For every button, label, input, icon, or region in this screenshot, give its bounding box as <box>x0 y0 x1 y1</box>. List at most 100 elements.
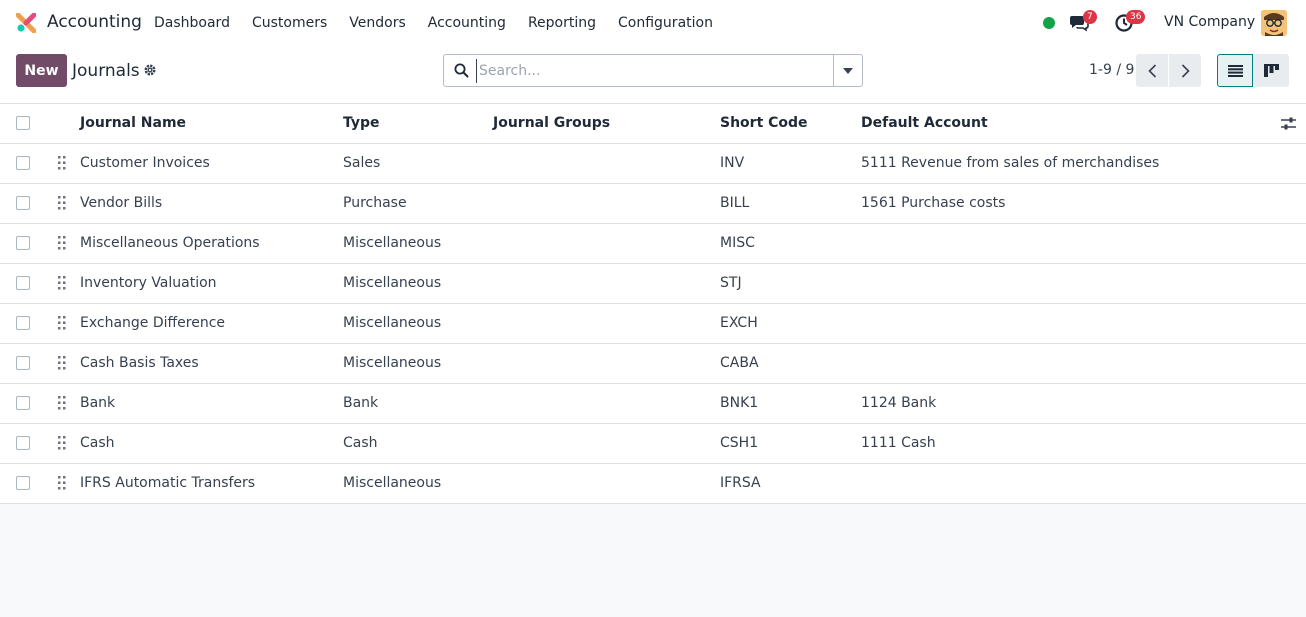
menu-accounting[interactable]: Accounting <box>417 15 517 31</box>
menu-customers[interactable]: Customers <box>241 15 338 31</box>
cell-default-account: 5111 Revenue from sales of merchandises <box>861 155 1160 171</box>
cell-journal-name: Bank <box>80 395 116 411</box>
cell-journal-name: Exchange Difference <box>80 315 226 331</box>
search-icon <box>454 63 469 78</box>
menu-configuration[interactable]: Configuration <box>607 15 724 31</box>
kanban-view-button[interactable] <box>1253 54 1289 87</box>
drag-handle-icon[interactable] <box>58 316 66 330</box>
top-navbar: Accounting Dashboard Customers Vendors A… <box>0 0 1306 46</box>
table-row[interactable]: Inventory Valuation Miscellaneous STJ <box>0 264 1306 304</box>
menu-vendors[interactable]: Vendors <box>338 15 416 31</box>
pager-value[interactable]: 1-9 / 9 <box>1089 62 1134 78</box>
table-row[interactable]: IFRS Automatic Transfers Miscellaneous I… <box>0 464 1306 504</box>
gear-icon[interactable] <box>143 63 157 77</box>
cell-type: Miscellaneous <box>343 235 442 251</box>
drag-handle-icon[interactable] <box>58 436 66 450</box>
row-checkbox[interactable] <box>16 396 30 410</box>
cell-journal-name: Cash Basis Taxes <box>80 355 199 371</box>
row-checkbox[interactable] <box>16 476 30 490</box>
row-checkbox[interactable] <box>16 436 30 450</box>
chevron-right-icon <box>1181 63 1190 78</box>
cell-type: Miscellaneous <box>343 355 442 371</box>
drag-handle-icon[interactable] <box>58 156 66 170</box>
cell-short-code: BNK1 <box>720 395 759 411</box>
row-checkbox[interactable] <box>16 196 30 210</box>
table-row[interactable]: Cash Cash CSH1 1111 Cash <box>0 424 1306 464</box>
main-menu: Dashboard Customers Vendors Accounting R… <box>143 0 724 46</box>
search-input[interactable] <box>476 59 831 83</box>
cell-short-code: STJ <box>720 275 742 291</box>
select-all-checkbox[interactable] <box>16 116 30 130</box>
cell-short-code: CSH1 <box>720 435 759 451</box>
cell-short-code: CABA <box>720 355 759 371</box>
drag-handle-icon[interactable] <box>58 356 66 370</box>
row-checkbox[interactable] <box>16 316 30 330</box>
row-checkbox[interactable] <box>16 356 30 370</box>
cell-type: Bank <box>343 395 379 411</box>
row-checkbox[interactable] <box>16 236 30 250</box>
cell-type: Miscellaneous <box>343 315 442 331</box>
cell-journal-name: Inventory Valuation <box>80 275 217 291</box>
cell-type: Miscellaneous <box>343 275 442 291</box>
caret-down-icon <box>843 67 853 74</box>
table-row[interactable]: Exchange Difference Miscellaneous EXCH <box>0 304 1306 344</box>
list-view-icon <box>1227 64 1243 77</box>
search-options-toggle[interactable] <box>833 55 862 86</box>
status-dot-icon[interactable] <box>1043 17 1055 29</box>
accounting-app-icon[interactable] <box>16 13 36 33</box>
pager-previous-button[interactable] <box>1136 54 1168 87</box>
header-journal-name[interactable]: Journal Name <box>80 104 186 144</box>
company-switcher[interactable]: VN Company <box>1164 14 1255 30</box>
table-row[interactable]: Customer Invoices Sales INV 5111 Revenue… <box>0 144 1306 184</box>
cell-journal-name: IFRS Automatic Transfers <box>80 475 256 491</box>
header-type[interactable]: Type <box>343 104 380 144</box>
table-row[interactable]: Miscellaneous Operations Miscellaneous M… <box>0 224 1306 264</box>
pager-next-button[interactable] <box>1169 54 1201 87</box>
app-name[interactable]: Accounting <box>47 12 142 32</box>
journals-table: Journal Name Type Journal Groups Short C… <box>0 104 1306 504</box>
column-settings-icon[interactable] <box>1281 116 1296 131</box>
cell-default-account: 1111 Cash <box>861 435 936 451</box>
cell-type: Sales <box>343 155 381 171</box>
new-button[interactable]: New <box>16 54 67 87</box>
drag-handle-icon[interactable] <box>58 476 66 490</box>
cell-journal-name: Vendor Bills <box>80 195 163 211</box>
chevron-left-icon <box>1147 63 1156 78</box>
table-row[interactable]: Bank Bank BNK1 1124 Bank <box>0 384 1306 424</box>
cell-short-code: EXCH <box>720 315 758 331</box>
cell-default-account: 1561 Purchase costs <box>861 195 1006 211</box>
table-header-row: Journal Name Type Journal Groups Short C… <box>0 104 1306 144</box>
table-row[interactable]: Cash Basis Taxes Miscellaneous CABA <box>0 344 1306 384</box>
cell-default-account: 1124 Bank <box>861 395 937 411</box>
menu-reporting[interactable]: Reporting <box>517 15 607 31</box>
chat-badge: 7 <box>1083 10 1097 24</box>
cell-journal-name: Cash <box>80 435 115 451</box>
cell-journal-name: Customer Invoices <box>80 155 210 171</box>
activity-badge: 36 <box>1126 10 1146 24</box>
row-checkbox[interactable] <box>16 276 30 290</box>
table-row[interactable]: Vendor Bills Purchase BILL 1561 Purchase… <box>0 184 1306 224</box>
search-bar <box>443 54 863 87</box>
cell-journal-name: Miscellaneous Operations <box>80 235 260 251</box>
menu-dashboard[interactable]: Dashboard <box>143 15 241 31</box>
cell-short-code: IFRSA <box>720 475 761 491</box>
header-journal-groups[interactable]: Journal Groups <box>493 104 610 144</box>
cell-type: Cash <box>343 435 378 451</box>
page-title: Journals <box>72 61 140 81</box>
avatar-face-icon <box>1261 10 1287 36</box>
drag-handle-icon[interactable] <box>58 276 66 290</box>
control-panel: New Journals 1-9 / 9 <box>0 46 1306 104</box>
header-default-account[interactable]: Default Account <box>861 104 988 144</box>
list-view-button[interactable] <box>1217 54 1253 87</box>
row-checkbox[interactable] <box>16 156 30 170</box>
kanban-view-icon <box>1263 64 1279 77</box>
drag-handle-icon[interactable] <box>58 236 66 250</box>
drag-handle-icon[interactable] <box>58 396 66 410</box>
cell-type: Purchase <box>343 195 407 211</box>
cell-short-code: MISC <box>720 235 755 251</box>
user-avatar[interactable] <box>1261 10 1287 36</box>
header-short-code[interactable]: Short Code <box>720 104 808 144</box>
cell-short-code: INV <box>720 155 745 171</box>
drag-handle-icon[interactable] <box>58 196 66 210</box>
cell-short-code: BILL <box>720 195 750 211</box>
